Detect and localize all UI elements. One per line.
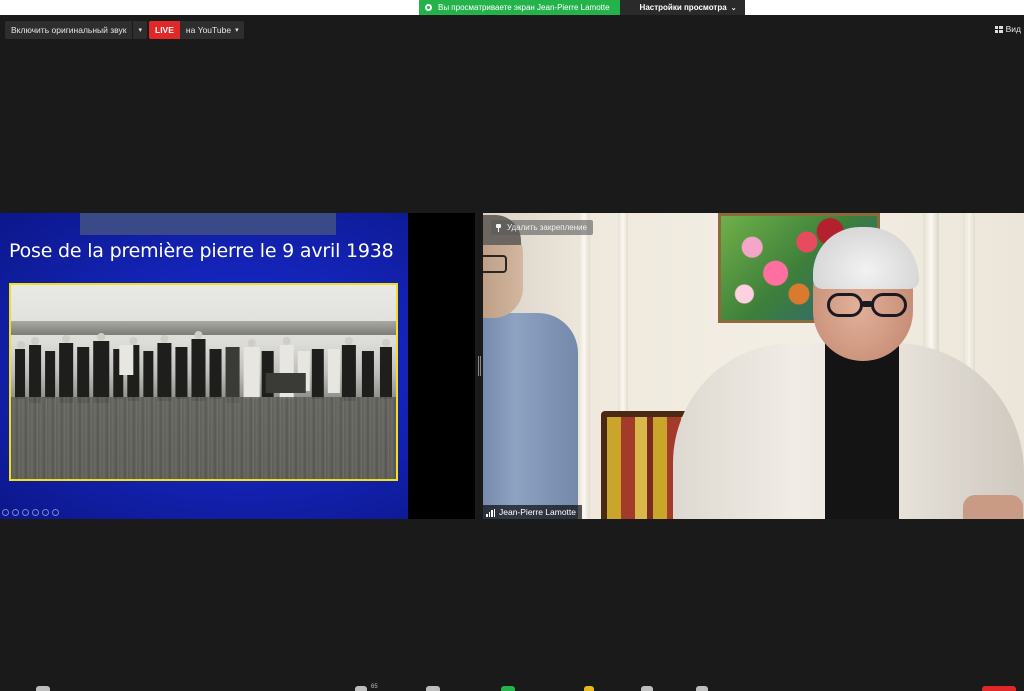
youtube-label: на YouTube: [185, 25, 232, 35]
view-options-label: Настройки просмотра: [639, 3, 727, 12]
live-stream-control[interactable]: LIVE на YouTube ▾: [149, 21, 244, 39]
share-screen-icon[interactable]: [501, 686, 515, 691]
historical-photo: [9, 283, 398, 481]
participant-left: [483, 213, 583, 519]
slide-title: Pose de la première pierre le 9 avril 19…: [9, 240, 394, 262]
original-sound-dropdown-arrow-icon[interactable]: ▾: [133, 26, 147, 34]
live-dropdown-arrow-icon[interactable]: ▾: [235, 26, 244, 34]
record-icon[interactable]: [641, 686, 653, 691]
slide-grid-icon[interactable]: [32, 509, 39, 516]
leave-button[interactable]: [982, 686, 1016, 691]
participants-count: 65: [371, 684, 378, 690]
unpin-button[interactable]: Удалить закрепление: [491, 220, 594, 235]
slide-more-icon[interactable]: [52, 509, 59, 516]
reactions-icon[interactable]: [584, 686, 594, 691]
slide-header-bar: [80, 213, 336, 235]
live-badge: LIVE: [149, 21, 180, 39]
original-sound-label: Включить оригинальный звук: [5, 21, 134, 39]
screen-share-banner: Вы просматриваете экран Jean-Pierre Lamo…: [419, 0, 745, 15]
pin-icon: [496, 223, 501, 232]
slide-prev-icon[interactable]: [2, 509, 9, 516]
slide-pen-icon[interactable]: [22, 509, 29, 516]
slide-zoom-icon[interactable]: [42, 509, 49, 516]
mute-icon[interactable]: [36, 686, 50, 691]
slide-next-icon[interactable]: [12, 509, 19, 516]
original-sound-button[interactable]: Включить оригинальный звук ▾: [5, 21, 147, 39]
view-label: Вид: [1005, 24, 1021, 34]
chat-icon[interactable]: [426, 686, 440, 691]
viewing-screen-indicator: Вы просматриваете экран Jean-Pierre Lamo…: [419, 0, 620, 15]
slide-controls[interactable]: [2, 509, 59, 516]
view-options-button[interactable]: Настройки просмотра ⌄: [619, 0, 745, 15]
bottom-toolbar: [0, 680, 1024, 691]
participants-icon[interactable]: [355, 686, 367, 691]
photo-ground: [11, 397, 396, 479]
view-button[interactable]: Вид: [994, 24, 1021, 34]
participant-video: Удалить закрепление Jean-Pierre Lamotte: [483, 213, 1024, 519]
grid-view-icon: [994, 25, 1003, 33]
more-icon[interactable]: [696, 686, 708, 691]
participant-speaker: [673, 213, 1024, 519]
shared-screen-panel: Pose de la première pierre le 9 avril 19…: [0, 213, 475, 519]
participant-name: Jean-Pierre Lamotte: [499, 507, 577, 517]
signal-strength-icon: [486, 509, 495, 517]
presentation-slide: Pose de la première pierre le 9 avril 19…: [0, 213, 408, 519]
participant-name-tag: Jean-Pierre Lamotte: [483, 505, 583, 519]
unpin-label: Удалить закрепление: [507, 223, 588, 232]
splitter-handle[interactable]: [478, 356, 481, 376]
share-status-icon: [425, 4, 432, 11]
viewing-screen-text: Вы просматриваете экран Jean-Pierre Lamo…: [438, 3, 610, 12]
chevron-down-icon: ⌄: [730, 4, 737, 12]
